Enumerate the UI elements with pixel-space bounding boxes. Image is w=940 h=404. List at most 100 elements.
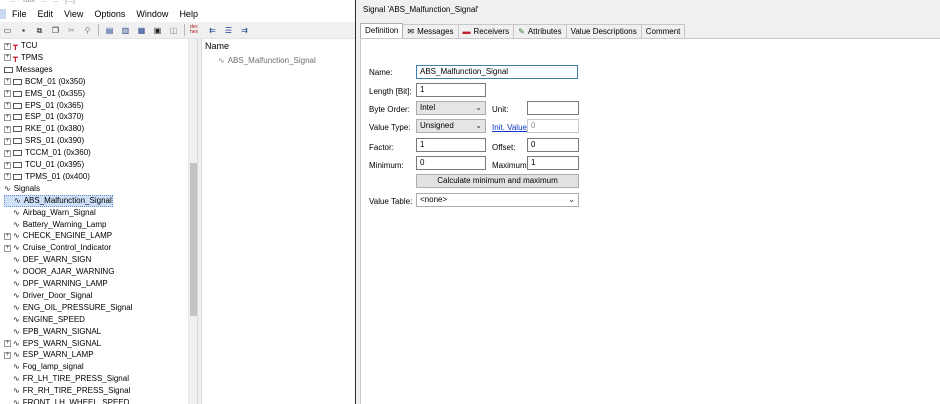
tree-item[interactable]: ∿ FR_LH_TIRE_PRESS_Signal [4,373,129,385]
unit-input[interactable] [527,101,579,115]
tree-item[interactable]: + ∿ ESP_WARN_LAMP [4,349,94,361]
tab-comment[interactable]: Comment [640,24,686,38]
tab-value-descriptions[interactable]: Value Descriptions [565,24,642,38]
object-tree[interactable]: + ┳ TCU + ┳ TPMS Messages + BCM_01 (0x350) + EMS_0… [0,39,196,404]
tree-item[interactable]: ∿ ENGINE_SPEED [4,314,85,326]
tab-definition[interactable]: Definition [360,23,404,38]
value-table-select[interactable]: <none> ⌄ [416,193,579,207]
expand-icon[interactable]: + [4,232,11,240]
expand-icon[interactable]: + [4,351,11,359]
signal-icon: ∿ [13,231,20,241]
tree-item[interactable]: + ┳ TCU [4,40,37,52]
menu-edit[interactable]: Edit [38,9,54,19]
tree-item[interactable]: + TPMS_01 (0x400) [4,171,90,183]
tree-scrollbar-thumb[interactable] [190,163,197,316]
tree-item[interactable]: ∿ Fog_lamp_signal [4,361,84,373]
tree-item[interactable]: ∿ ENG_OIL_PRESSURE_Signal [4,302,133,314]
view-split-icon[interactable]: ◫ [168,25,179,36]
tree-scrollbar[interactable] [188,39,197,404]
tree-item[interactable]: ∿ DPF_WARNING_LAMP [4,278,108,290]
messages-folder-icon [4,66,13,73]
length-input[interactable]: 1 [416,83,486,97]
tool-icon[interactable]: ✂ [66,25,77,36]
menu-file[interactable]: File [12,9,27,19]
tab-receivers[interactable]: ▬ Receivers [457,24,515,38]
expand-icon[interactable]: + [4,149,11,157]
tree-item[interactable]: + SRS_01 (0x390) [4,135,84,147]
tree-item[interactable]: + TCU_01 (0x395) [4,159,84,171]
expand-icon[interactable]: + [4,173,11,181]
tree-item[interactable]: ∿ Airbag_Warn_Signal [4,207,96,219]
expand-icon[interactable]: + [4,244,11,252]
tree-item[interactable]: ∿ Signals [4,183,40,195]
list-header-name[interactable]: Name [205,41,229,51]
tree-item-label: ESP_01 (0x370) [25,112,84,122]
view-table-icon[interactable]: ▣ [152,25,163,36]
tree-item[interactable]: + ∿ Cruise_Control_Indicator [4,242,111,254]
tree-item[interactable]: + ┳ TPMS [4,52,43,64]
message-icon [13,173,22,180]
message-icon [13,78,22,85]
arrange-left-icon[interactable]: ⇇ [207,25,218,36]
paste-icon[interactable]: ❐ [50,25,61,36]
expand-icon[interactable]: + [4,125,11,133]
maximum-input[interactable]: 1 [527,156,579,170]
tree-item[interactable]: + TCCM_01 (0x360) [4,147,91,159]
expand-icon[interactable]: + [4,137,11,145]
view-grid-icon[interactable]: ▦ [136,25,147,36]
tree-item[interactable]: + ∿ EPS_WARN_SIGNAL [4,338,101,350]
definition-panel: Name: ABS_Malfunction_Signal Length [Bit… [360,38,940,404]
value-type-select[interactable]: Unsigned ⌄ [416,119,486,133]
tree-item[interactable]: + ∿ CHECK_ENGINE_LAMP [4,230,112,242]
toolbar: ▭ ▪ ⧉ ❐ ✂ ⚲ ▤ ▥ ▦ ▣ ◫ dec hex ⇇ ☰ ⇉ [0,22,356,39]
tree-item[interactable]: ∿ Battery_Warning_Lamp [4,219,106,231]
arrange-stack-icon[interactable]: ☰ [223,25,234,36]
new-icon[interactable]: ▭ [2,25,13,36]
dec-hex-icon[interactable]: dec hex [190,25,202,36]
expand-icon[interactable]: + [4,90,11,98]
object-list[interactable]: Name ∿ ABS_Malfunction_Signal [202,39,356,404]
tab-attributes[interactable]: ✎ Attributes [513,24,567,38]
offset-input[interactable]: 0 [527,138,579,152]
expand-icon[interactable]: + [4,42,11,50]
view-list-icon[interactable]: ▤ [104,25,115,36]
tree-item[interactable]: + EPS_01 (0x365) [4,100,84,112]
tree-item[interactable]: ∿ ABS_Malfunction_Signal [4,194,113,207]
name-input[interactable]: ABS_Malfunction_Signal [416,65,578,79]
signal-icon: ∿ [13,386,20,396]
menu-help[interactable]: Help [179,9,198,19]
tree-item[interactable]: + RKE_01 (0x380) [4,123,84,135]
expand-icon[interactable]: + [4,102,11,109]
tree-item[interactable]: + ESP_01 (0x370) [4,111,84,123]
menu-options[interactable]: Options [94,9,125,19]
tree-item[interactable]: + EMS_01 (0x355) [4,88,85,100]
copy-icon[interactable]: ⧉ [34,25,45,36]
save-icon[interactable]: ▪ [18,25,29,36]
tree-item[interactable]: ∿ FR_RH_TIRE_PRESS_Signal [4,385,130,397]
tree-item-label: Airbag_Warn_Signal [22,207,96,217]
tree-item[interactable]: ∿ DOOR_AJAR_WARNING [4,266,114,278]
byte-order-select[interactable]: Intel ⌄ [416,101,486,115]
tab-messages[interactable]: ✉ Messages [402,24,459,38]
calculate-min-max-button[interactable]: Calculate minimum and maximum [416,174,579,188]
expand-icon[interactable]: + [4,113,11,121]
minimum-input[interactable]: 0 [416,156,486,170]
init-value-link[interactable]: Init. Value: [492,123,529,132]
tree-item[interactable]: ∿ Driver_Door_Signal [4,290,93,302]
search-icon[interactable]: ⚲ [82,25,93,36]
tree-item[interactable]: ∿ FRONT_LH_WHEEL_SPEED [4,397,129,404]
expand-icon[interactable]: + [4,340,11,347]
list-item[interactable]: ∿ ABS_Malfunction_Signal [218,56,316,65]
expand-icon[interactable]: + [4,54,11,62]
view-details-icon[interactable]: ▥ [120,25,131,36]
tree-item[interactable]: ∿ EPB_WARN_SIGNAL [4,326,101,338]
tree-item[interactable]: ∿ DEF_WARN_SIGN [4,254,91,266]
tree-item[interactable]: + BCM_01 (0x350) [4,76,85,88]
menu-window[interactable]: Window [136,9,168,19]
expand-icon[interactable]: + [4,78,11,86]
expand-icon[interactable]: + [4,161,11,169]
menu-view[interactable]: View [64,9,83,19]
tree-item[interactable]: Messages [4,64,52,76]
arrange-right-icon[interactable]: ⇉ [239,25,250,36]
factor-input[interactable]: 1 [416,138,486,152]
